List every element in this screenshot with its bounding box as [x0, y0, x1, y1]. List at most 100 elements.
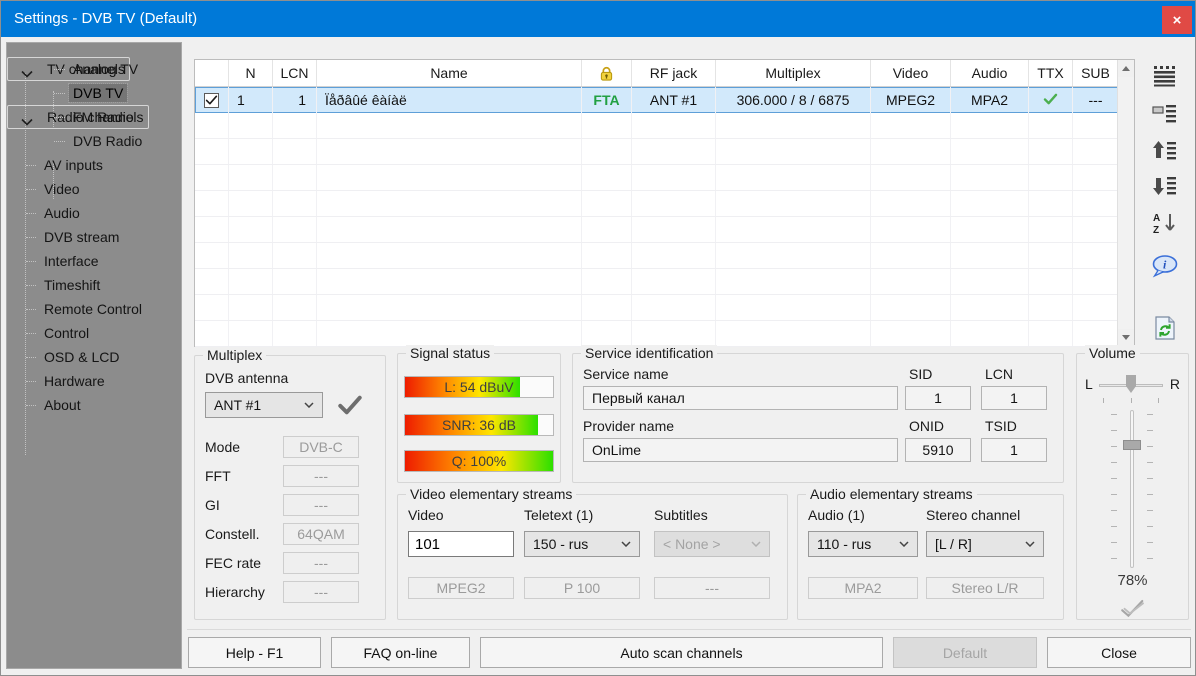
close-button[interactable]: Close — [1047, 637, 1191, 668]
rescan-channels-icon[interactable] — [1147, 313, 1183, 343]
tsid-value: 1 — [981, 438, 1047, 462]
volume-slider-thumb[interactable] — [1123, 440, 1141, 450]
table-scrollbar[interactable] — [1117, 60, 1134, 346]
sidebar-item-label: About — [40, 396, 85, 414]
empty-cell — [317, 217, 582, 242]
table-row-channel[interactable]: 11Ïåðâûé êàíàëFTAANT #1306.000 / 8 / 687… — [195, 87, 1134, 113]
sidebar-item-av-inputs[interactable]: AV inputs — [7, 153, 181, 177]
empty-cell — [195, 217, 229, 242]
sidebar-item-label: Hardware — [40, 372, 109, 390]
empty-cell — [1029, 113, 1073, 138]
sidebar-item-label: Audio — [40, 204, 84, 222]
edit-channel-icon[interactable] — [1147, 99, 1183, 129]
sidebar-item-remote-control[interactable]: Remote Control — [7, 297, 181, 321]
column-header-name[interactable]: Name — [317, 60, 582, 86]
sidebar-item-interface[interactable]: Interface — [7, 249, 181, 273]
auto-scan-channels-button[interactable]: Auto scan channels — [480, 637, 883, 668]
tree-connector — [54, 69, 65, 70]
stereo-channel-select[interactable]: [L / R] — [926, 531, 1044, 557]
balance-right-label: R — [1170, 376, 1180, 392]
move-up-icon[interactable] — [1147, 135, 1183, 165]
tree-connector — [26, 165, 36, 166]
subtitles-select: < None > — [654, 531, 770, 557]
signal-bar-snr: SNR: 36 dB — [404, 414, 554, 436]
sidebar-item-audio[interactable]: Audio — [7, 201, 181, 225]
sidebar-item-hardware[interactable]: Hardware — [7, 369, 181, 393]
cell-access: FTA — [582, 87, 632, 113]
column-header-lcn[interactable]: LCN — [273, 60, 317, 86]
teletext-select[interactable]: 150 - rus — [524, 531, 640, 557]
column-header-n[interactable]: N — [229, 60, 273, 86]
video-pid-input[interactable] — [408, 531, 514, 557]
sort-az-icon[interactable]: AZ — [1147, 208, 1183, 238]
column-header-check[interactable] — [195, 60, 229, 86]
balance-slider-thumb[interactable] — [1126, 375, 1136, 393]
volume-slider-ticks-right — [1147, 414, 1153, 564]
sid-value: 1 — [905, 386, 971, 410]
scroll-up-button[interactable] — [1118, 60, 1134, 77]
column-header-rf-jack[interactable]: RF jack — [632, 60, 716, 86]
stereo-info-value: Stereo L/R — [926, 577, 1044, 599]
empty-cell — [273, 269, 317, 294]
empty-cell — [951, 139, 1029, 164]
empty-cell — [1073, 321, 1119, 346]
empty-cell — [632, 269, 716, 294]
video-pid-label: Video — [408, 507, 444, 523]
mux-field-row: FFT--- — [205, 465, 375, 487]
empty-cell — [195, 139, 229, 164]
empty-cell — [632, 139, 716, 164]
empty-cell — [871, 139, 951, 164]
empty-cell — [632, 243, 716, 268]
empty-cell — [229, 269, 273, 294]
sidebar-item-fm-radio[interactable]: FM Radio — [7, 105, 181, 129]
cell-name: Ïåðâûé êàíàë — [317, 87, 582, 113]
sidebar-item-video[interactable]: Video — [7, 177, 181, 201]
empty-cell — [582, 217, 632, 242]
close-button[interactable]: × — [1162, 6, 1192, 34]
column-header-sub[interactable]: SUB — [1073, 60, 1119, 86]
move-down-icon[interactable] — [1147, 171, 1183, 201]
empty-cell — [582, 243, 632, 268]
channel-info-icon[interactable]: i — [1147, 251, 1183, 281]
column-header-lock[interactable] — [582, 60, 632, 86]
empty-cell — [273, 321, 317, 346]
audio-select[interactable]: 110 - rus — [808, 531, 918, 557]
subtitles-label: Subtitles — [654, 507, 708, 523]
empty-cell — [716, 191, 871, 216]
faq-on-line-button[interactable]: FAQ on-line — [331, 637, 470, 668]
channel-checkbox[interactable] — [204, 93, 219, 108]
help-f1-button[interactable]: Help - F1 — [188, 637, 321, 668]
sidebar-item-about[interactable]: About — [7, 393, 181, 417]
column-header-ttx[interactable]: TTX — [1029, 60, 1073, 86]
channel-list-icon[interactable] — [1147, 61, 1183, 91]
empty-cell — [195, 269, 229, 294]
dvb-antenna-select[interactable]: ANT #1 — [205, 392, 323, 418]
table-row-empty — [195, 243, 1134, 269]
tree-connector — [26, 285, 36, 286]
empty-cell — [273, 295, 317, 320]
empty-cell — [195, 243, 229, 268]
sidebar-item-dvb-radio[interactable]: DVB Radio — [7, 129, 181, 153]
scroll-down-button[interactable] — [1118, 329, 1134, 346]
signal-bar-l: L: 54 dBuV — [404, 376, 554, 398]
empty-cell — [273, 113, 317, 138]
volume-percent: 78% — [1077, 572, 1188, 589]
sidebar-item-label: Control — [40, 324, 93, 342]
column-header-video[interactable]: Video — [871, 60, 951, 86]
sidebar-item-label: FM Radio — [69, 108, 138, 126]
teletext-page-value: P 100 — [524, 577, 640, 599]
close-icon: × — [1173, 13, 1182, 28]
sidebar-item-timeshift[interactable]: Timeshift — [7, 273, 181, 297]
sidebar-item-dvb-tv[interactable]: DVB TV — [7, 81, 181, 105]
column-header-audio[interactable]: Audio — [951, 60, 1029, 86]
sidebar-item-analog-tv[interactable]: Analog TV — [7, 57, 181, 81]
sidebar-item-dvb-stream[interactable]: DVB stream — [7, 225, 181, 249]
empty-cell — [951, 321, 1029, 346]
column-header-multiplex[interactable]: Multiplex — [716, 60, 871, 86]
empty-cell — [716, 113, 871, 138]
mux-field-row: FEC rate--- — [205, 552, 375, 574]
sidebar-item-control[interactable]: Control — [7, 321, 181, 345]
sidebar-item-osd-lcd[interactable]: OSD & LCD — [7, 345, 181, 369]
table-row-empty — [195, 139, 1134, 165]
volume-slider-track[interactable] — [1130, 410, 1134, 568]
